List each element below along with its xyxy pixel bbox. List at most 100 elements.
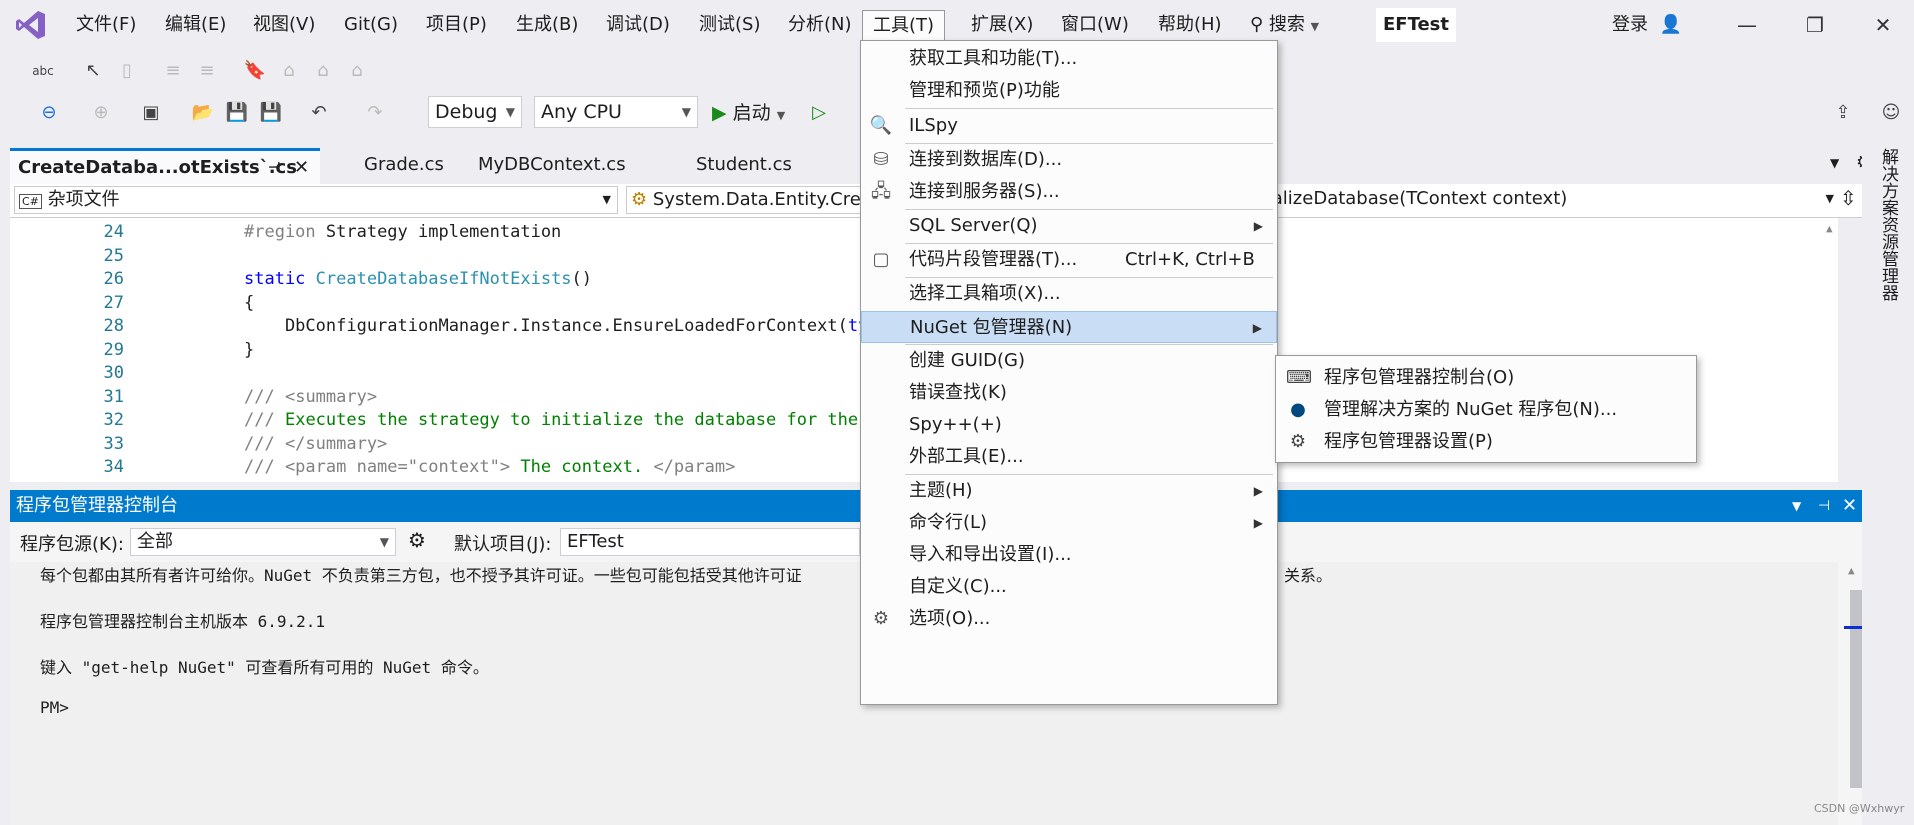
line-number: 32 — [103, 410, 124, 430]
menu-7[interactable]: 测试(S) — [689, 10, 770, 42]
line-number: 33 — [103, 433, 124, 454]
menu-item-12[interactable]: 选择工具箱项(X)... — [861, 278, 1277, 310]
menu-item-0[interactable]: 获取工具和功能(T)... — [861, 43, 1277, 75]
scroll-up-icon[interactable]: ▲ — [1826, 222, 1833, 235]
menu-1[interactable]: 编辑(E) — [155, 10, 236, 42]
undo-icon[interactable]: ↶ — [306, 100, 332, 126]
menu-item-21[interactable]: 主题(H) ▶ — [861, 475, 1277, 507]
server-connect-icon: 🖧 — [870, 181, 892, 202]
bookmark-clear-icon[interactable]: ⌂ — [344, 58, 370, 84]
start-without-debug-icon[interactable]: ▷ — [806, 100, 832, 126]
code-line: DbConfigurationManager.Instance.EnsureLo… — [244, 316, 899, 336]
line-number: 31 — [103, 386, 124, 407]
menu-item-10[interactable]: ▢ 代码片段管理器(T)... Ctrl+K, Ctrl+B — [861, 244, 1277, 276]
play-icon: ▶ — [712, 102, 727, 124]
settings-gear-icon[interactable]: ⚙ — [408, 528, 426, 552]
menu-item-16[interactable]: 创建 GUID(G) — [861, 345, 1277, 377]
type-select[interactable]: ⚙ System.Data.Entity.Crea — [626, 186, 866, 214]
menu-2[interactable]: 视图(V) — [243, 10, 325, 42]
menu-4[interactable]: 项目(P) — [416, 10, 497, 42]
menu-item-shortcut: Ctrl+K, Ctrl+B — [1125, 249, 1255, 270]
chevron-down-icon: ▼ — [681, 105, 691, 119]
menu-item-19[interactable]: 外部工具(E)... — [861, 441, 1277, 473]
menu-item-14[interactable]: NuGet 包管理器(N) ▶ — [861, 311, 1277, 343]
visual-studio-logo-icon[interactable] — [14, 8, 48, 42]
tab-student[interactable]: Student.cs — [688, 148, 792, 184]
platform-select[interactable]: Any CPU ▼ — [534, 96, 698, 128]
line-number: 30 — [103, 363, 124, 383]
indent-icon[interactable]: ≡ — [160, 58, 186, 84]
tab-grade[interactable]: Grade.cs — [356, 148, 444, 184]
project-select[interactable]: C# 杂项文件 ▼ — [14, 186, 618, 214]
menu-item-label: 选择工具箱项(X)... — [909, 283, 1061, 304]
menu-12[interactable]: 帮助(H) — [1148, 10, 1232, 42]
cursor-select-icon[interactable]: ↖ — [80, 58, 106, 84]
menu-item-17[interactable]: 错误查找(K) — [861, 377, 1277, 409]
menu-item-8[interactable]: SQL Server(Q) ▶ — [861, 210, 1277, 242]
menu-item-3[interactable]: 🔍 ILSpy — [861, 110, 1277, 142]
forward-icon[interactable]: ⊕ — [88, 100, 114, 126]
new-project-icon[interactable]: ▣ — [138, 100, 164, 126]
menu-item-5[interactable]: ⛁ 连接到数据库(D)... — [861, 144, 1277, 176]
close-icon[interactable]: ✕ — [1842, 490, 1857, 522]
menu-0[interactable]: 文件(F) — [66, 10, 146, 42]
menu-5[interactable]: 生成(B) — [506, 10, 588, 42]
menu-item-package-manager-settings[interactable]: ⚙ 程序包管理器设置(P) — [1276, 426, 1696, 458]
menu-item-package-manager-console[interactable]: ⌨ 程序包管理器控制台(O) — [1276, 362, 1696, 394]
menu-8[interactable]: 分析(N) — [778, 10, 862, 42]
bookmark-prev-icon[interactable]: ⌂ — [276, 58, 302, 84]
tab-list-dropdown-icon[interactable]: ▼ — [1830, 156, 1839, 170]
line-number: 29 — [103, 339, 124, 360]
menu-item-25[interactable]: ⚙ 选项(O)... — [861, 603, 1277, 635]
menu-item-6[interactable]: 🖧 连接到服务器(S)... — [861, 176, 1277, 208]
bookmark-icon[interactable]: 🔖 — [242, 58, 268, 84]
menu-item-24[interactable]: 自定义(C)... — [861, 571, 1277, 603]
maximize-button[interactable]: ❐ — [1790, 8, 1840, 42]
close-window-button[interactable]: ✕ — [1858, 8, 1908, 42]
menu-item-22[interactable]: 命令行(L) ▶ — [861, 507, 1277, 539]
console-icon: ⌨ — [1286, 367, 1312, 388]
pin-icon[interactable]: ⊣ — [1818, 490, 1830, 522]
pin-icon[interactable]: ⊣ — [268, 151, 281, 185]
configuration-select[interactable]: Debug ▼ — [428, 96, 522, 128]
chevron-down-icon: ▼ — [379, 535, 389, 549]
outdent-icon[interactable]: ≡ — [194, 58, 220, 84]
open-folder-icon[interactable]: 📂 — [190, 100, 216, 126]
format-icon[interactable]: ▯ — [114, 58, 140, 84]
minimize-button[interactable]: — — [1722, 8, 1772, 42]
tab-createdatabase[interactable]: CreateDataba...otExists`.cs ⊣ ✕ — [10, 148, 320, 184]
default-project-select[interactable]: EFTest — [560, 528, 860, 556]
save-icon[interactable]: 💾 — [224, 100, 250, 126]
spellcheck-icon[interactable]: abc — [30, 58, 56, 84]
menu-3[interactable]: Git(G) — [334, 10, 408, 42]
menu-item-label: 程序包管理器控制台(O) — [1324, 367, 1515, 388]
solution-explorer-tab[interactable]: 解决方案资源管理器 — [1876, 148, 1901, 301]
menu-10[interactable]: 扩展(X) — [961, 10, 1043, 42]
save-all-icon[interactable]: 💾 — [258, 100, 284, 126]
close-icon[interactable]: ✕ — [294, 151, 309, 185]
back-icon[interactable]: ⊖ — [36, 100, 62, 126]
menu-item-1[interactable]: 管理和预览(P)功能 — [861, 75, 1277, 107]
tab-mydbcontext[interactable]: MyDBContext.cs — [470, 148, 626, 184]
menu-11[interactable]: 窗口(W) — [1051, 10, 1139, 42]
menu-9[interactable]: 工具(T) — [862, 10, 946, 42]
bookmark-next-icon[interactable]: ⌂ — [310, 58, 336, 84]
menu-item-23[interactable]: 导入和导出设置(I)... — [861, 539, 1277, 571]
feedback-icon[interactable]: ☺ — [1878, 100, 1904, 126]
split-editor-icon[interactable]: ⇳ — [1840, 186, 1857, 210]
panel-dropdown-icon[interactable]: ▼ — [1792, 490, 1801, 522]
menu-item-18[interactable]: Spy++(+) — [861, 409, 1277, 441]
redo-icon[interactable]: ↷ — [362, 100, 388, 126]
package-source-select[interactable]: 全部 ▼ — [130, 528, 396, 556]
menu-item-manage-nuget-packages[interactable]: ● 管理解决方案的 NuGet 程序包(N)... — [1276, 394, 1696, 426]
share-icon[interactable]: ⇪ — [1830, 100, 1856, 126]
configuration-value: Debug — [435, 101, 498, 123]
member-select[interactable]: InitializeDatabase(TContext context) ▼ — [1250, 186, 1840, 214]
menu-6[interactable]: 调试(D) — [596, 10, 680, 42]
start-button[interactable]: ▶ 启动 ▼ — [712, 98, 785, 128]
search-box[interactable]: ⚲ 搜索 ▼ — [1250, 8, 1319, 42]
code-line: /// <summary> — [244, 386, 378, 407]
ilspy-icon: 🔍 — [869, 115, 893, 136]
scroll-up-icon[interactable]: ▲ — [1848, 564, 1855, 577]
signin-button[interactable]: 登录 👤 — [1612, 10, 1682, 36]
